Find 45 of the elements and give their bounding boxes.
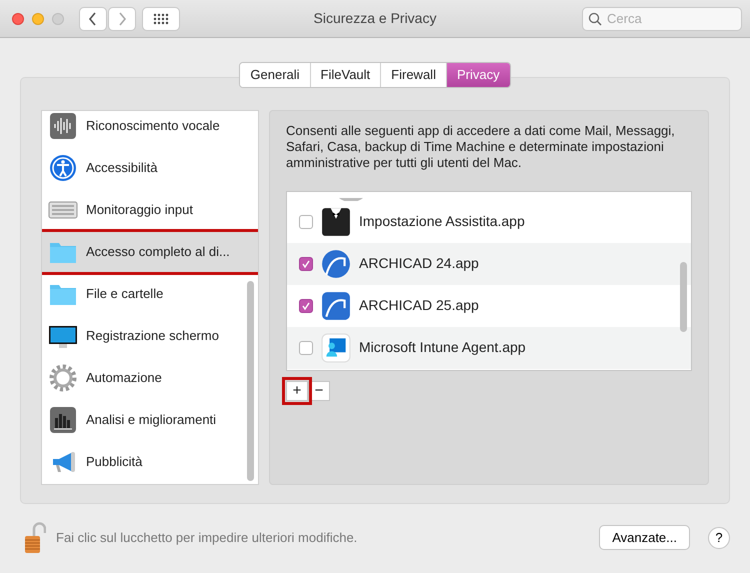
scrollbar[interactable] [680, 262, 687, 332]
app-name: ARCHICAD 24.app [359, 254, 479, 273]
advanced-button[interactable]: Avanzate... [599, 524, 690, 550]
gear-icon [48, 364, 78, 392]
chevron-right-icon [116, 12, 126, 26]
checkbox[interactable] [299, 298, 313, 312]
back-button[interactable] [78, 6, 106, 30]
scrollbar[interactable] [247, 280, 254, 480]
help-button[interactable]: ? [708, 526, 730, 548]
lock-message: Fai clic sul lucchetto per impedire ulteriori modifiche. [56, 528, 358, 547]
checkmark-icon [301, 300, 311, 310]
sidebar-item[interactable]: Accesso completo al di... [42, 230, 258, 272]
tuxedo-icon [321, 206, 351, 236]
app-name: Microsoft Intune Agent.app [359, 338, 526, 357]
padlock-icon[interactable] [24, 522, 46, 554]
tab[interactable]: Generali [240, 63, 311, 86]
app-name: ARCHICAD 25.app [359, 296, 479, 315]
sidebar-item[interactable]: Monitoraggio input [42, 188, 258, 230]
chevron-left-icon [88, 12, 98, 26]
bar-chart-icon [48, 406, 78, 434]
sidebar-item[interactable]: Automazione [42, 356, 258, 398]
close-button[interactable] [12, 12, 24, 24]
sidebar-item[interactable]: Pubblicità [42, 440, 258, 482]
window-title: Sicurezza e Privacy [314, 10, 436, 26]
accessibility-icon [48, 154, 78, 182]
checkmark-icon [301, 258, 311, 268]
person-screen-icon [321, 332, 351, 362]
sidebar-item[interactable]: Riconoscimento vocale [42, 110, 258, 146]
checkbox[interactable] [299, 214, 313, 228]
arc-logo-icon [321, 290, 351, 320]
minimize-button[interactable] [32, 12, 44, 24]
grid-button[interactable] [142, 6, 180, 30]
sidebar-item[interactable]: Accessibilità [42, 146, 258, 188]
sidebar-item[interactable]: Analisi e miglioramenti [42, 398, 258, 440]
description-text: Consenti alle seguenti app di accedere a dati come Mail, Messaggi, Safari, Casa, backup di Time Machine e determinate impostazioni amministrative per tutti gli utenti del Mac. [286, 122, 676, 170]
checkbox[interactable] [299, 340, 313, 354]
tab[interactable]: Privacy [446, 63, 510, 86]
grid-icon [153, 12, 169, 24]
arc-logo-icon [321, 248, 351, 278]
sidebar-item[interactable]: Registrazione schermo [42, 314, 258, 356]
zoom-button[interactable] [52, 12, 64, 24]
sidebar-item[interactable]: File e cartelle [42, 272, 258, 314]
app-name: Impostazione Assistita.app [359, 212, 525, 231]
checkbox[interactable] [299, 256, 313, 270]
search-field[interactable]: Cerca [582, 6, 742, 30]
